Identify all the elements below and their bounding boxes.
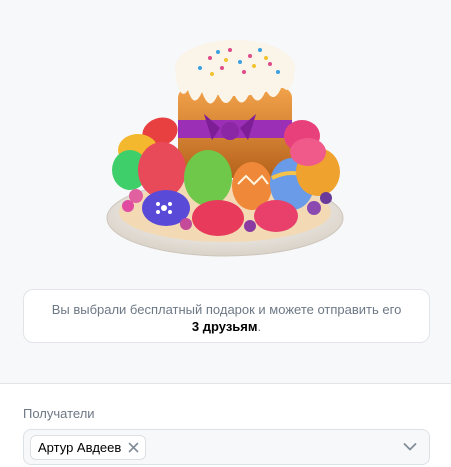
- close-icon[interactable]: [128, 442, 139, 453]
- gift-info-suffix: .: [257, 319, 262, 334]
- recipients-label: Получатели: [23, 406, 95, 421]
- friends-count: 3 друзьям: [191, 319, 258, 334]
- section-divider: [0, 383, 451, 384]
- gift-image: [106, 40, 344, 257]
- chevron-down-icon[interactable]: [403, 442, 417, 452]
- recipient-name: Артур Авдеев: [38, 440, 122, 455]
- recipient-chip: Артур Авдеев: [30, 435, 147, 460]
- gift-info-box: Вы выбрали бесплатный подарок и можете о…: [23, 289, 430, 343]
- gift-preview-area: Вы выбрали бесплатный подарок и можете о…: [0, 0, 451, 383]
- gift-info-text: Вы выбрали бесплатный подарок и можете о…: [51, 302, 402, 317]
- recipients-field[interactable]: Артур Авдеев: [23, 429, 430, 465]
